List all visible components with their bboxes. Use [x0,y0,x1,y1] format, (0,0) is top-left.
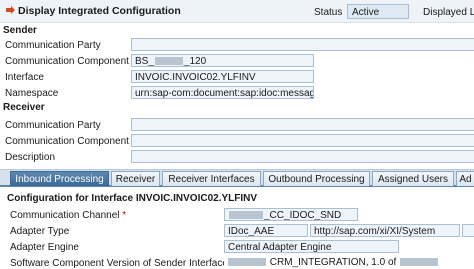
sender-section-title: Sender [3,25,37,36]
sender-component-field[interactable]: BS_ _120 [131,54,314,67]
status-label: Status [314,7,343,18]
communication-channel-value: _CC_IDOC_SND [264,210,342,221]
description-label: Description [5,152,56,163]
redacted-mask [228,258,266,267]
tab-receiver-interfaces[interactable]: Receiver Interfaces [162,171,261,186]
config-title: Configuration for Interface INVOIC.INVOI… [7,193,258,204]
tab-receiver[interactable]: Receiver [111,171,160,186]
status-field: Active [347,4,409,19]
tab-assigned-users[interactable]: Assigned Users [372,171,454,186]
tab-outbound-processing[interactable]: Outbound Processing [263,171,370,186]
sender-namespace-field[interactable]: urn:sap-com:document:sap:idoc:messages [131,86,314,99]
adapter-type-extra-field[interactable] [462,224,474,237]
description-field[interactable] [131,150,474,163]
receiver-party-field[interactable] [131,118,474,131]
displayed-label: Displayed L [423,7,474,18]
sender-party-field[interactable] [131,38,474,51]
config-arrow-icon [6,6,15,14]
adapter-engine-field[interactable]: Central Adapter Engine [224,240,399,253]
page-title: Display Integrated Configuration [18,5,181,17]
sender-component-prefix: BS_ [135,56,154,67]
communication-channel-label: Communication Channel * [10,210,126,221]
adapter-engine-label: Adapter Engine [10,242,79,253]
receiver-component-field[interactable] [131,134,474,147]
sender-party-label: Communication Party [5,40,101,51]
redacted-mask [229,211,263,220]
receiver-component-label: Communication Component [5,136,129,147]
swcv-value: CRM_INTEGRATION, 1.0 of [269,257,397,268]
redacted-mask [154,57,183,66]
sender-namespace-label: Namespace [5,88,59,99]
sender-component-suffix: _120 [183,56,207,67]
receiver-section-title: Receiver [3,102,45,113]
receiver-party-label: Communication Party [5,120,101,131]
sender-interface-field[interactable]: INVOIC.INVOIC02.YLFINV [131,70,314,83]
required-mark: * [122,210,127,221]
sender-component-label: Communication Component [5,56,129,67]
swcv-field[interactable]: CRM_INTEGRATION, 1.0 of [224,256,474,269]
communication-channel-label-text: Communication Channel [10,210,120,221]
swcv-label: Software Component Version of Sender Int… [10,258,228,269]
tab-additional[interactable]: Ad [456,171,474,186]
redacted-mask [400,258,439,267]
adapter-type-field[interactable]: IDoc_AAE [224,224,308,237]
communication-channel-field[interactable]: _CC_IDOC_SND [224,208,358,221]
sender-interface-label: Interface [5,72,44,83]
adapter-namespace-field[interactable]: http://sap.com/xi/XI/System [310,224,460,237]
adapter-type-label: Adapter Type [10,226,70,237]
tab-inbound-processing[interactable]: Inbound Processing [10,171,109,186]
